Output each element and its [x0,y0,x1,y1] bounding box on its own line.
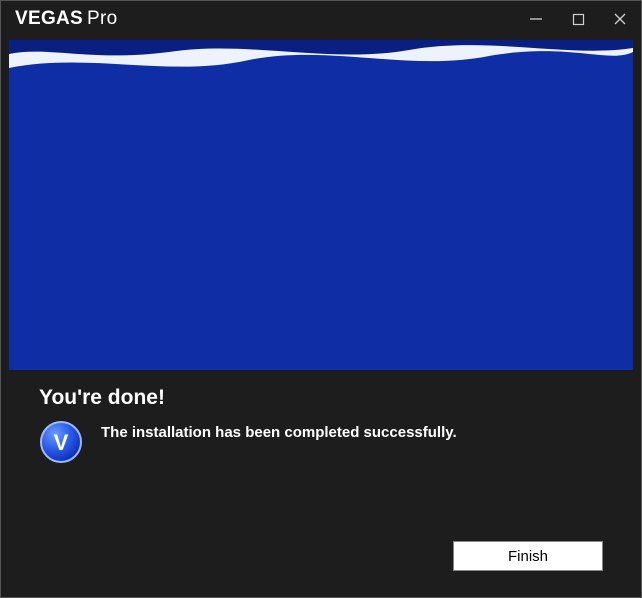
message-row: V The installation has been completed su… [39,420,603,464]
svg-text:V: V [54,430,69,455]
completion-heading: You're done! [39,386,603,410]
minimize-icon [529,12,543,26]
brand-bold: VEGAS [15,8,83,30]
close-button[interactable] [599,1,641,37]
app-icon: V [39,420,83,464]
maximize-icon [572,13,585,26]
minimize-button[interactable] [515,1,557,37]
close-icon [613,12,627,26]
installer-window: VEGAS Pro [0,0,642,598]
hero-banner [9,40,633,370]
footer: Finish [39,541,603,585]
finish-button[interactable]: Finish [453,541,603,571]
wave-art [9,40,633,370]
window-controls [515,1,641,37]
maximize-button[interactable] [557,1,599,37]
titlebar: VEGAS Pro [1,1,641,37]
content-area: You're done! V The installation has been… [1,370,641,597]
app-brand: VEGAS Pro [15,8,118,30]
completion-message: The installation has been completed succ… [101,420,457,443]
brand-light: Pro [87,8,117,30]
vegas-v-icon: V [39,420,83,464]
